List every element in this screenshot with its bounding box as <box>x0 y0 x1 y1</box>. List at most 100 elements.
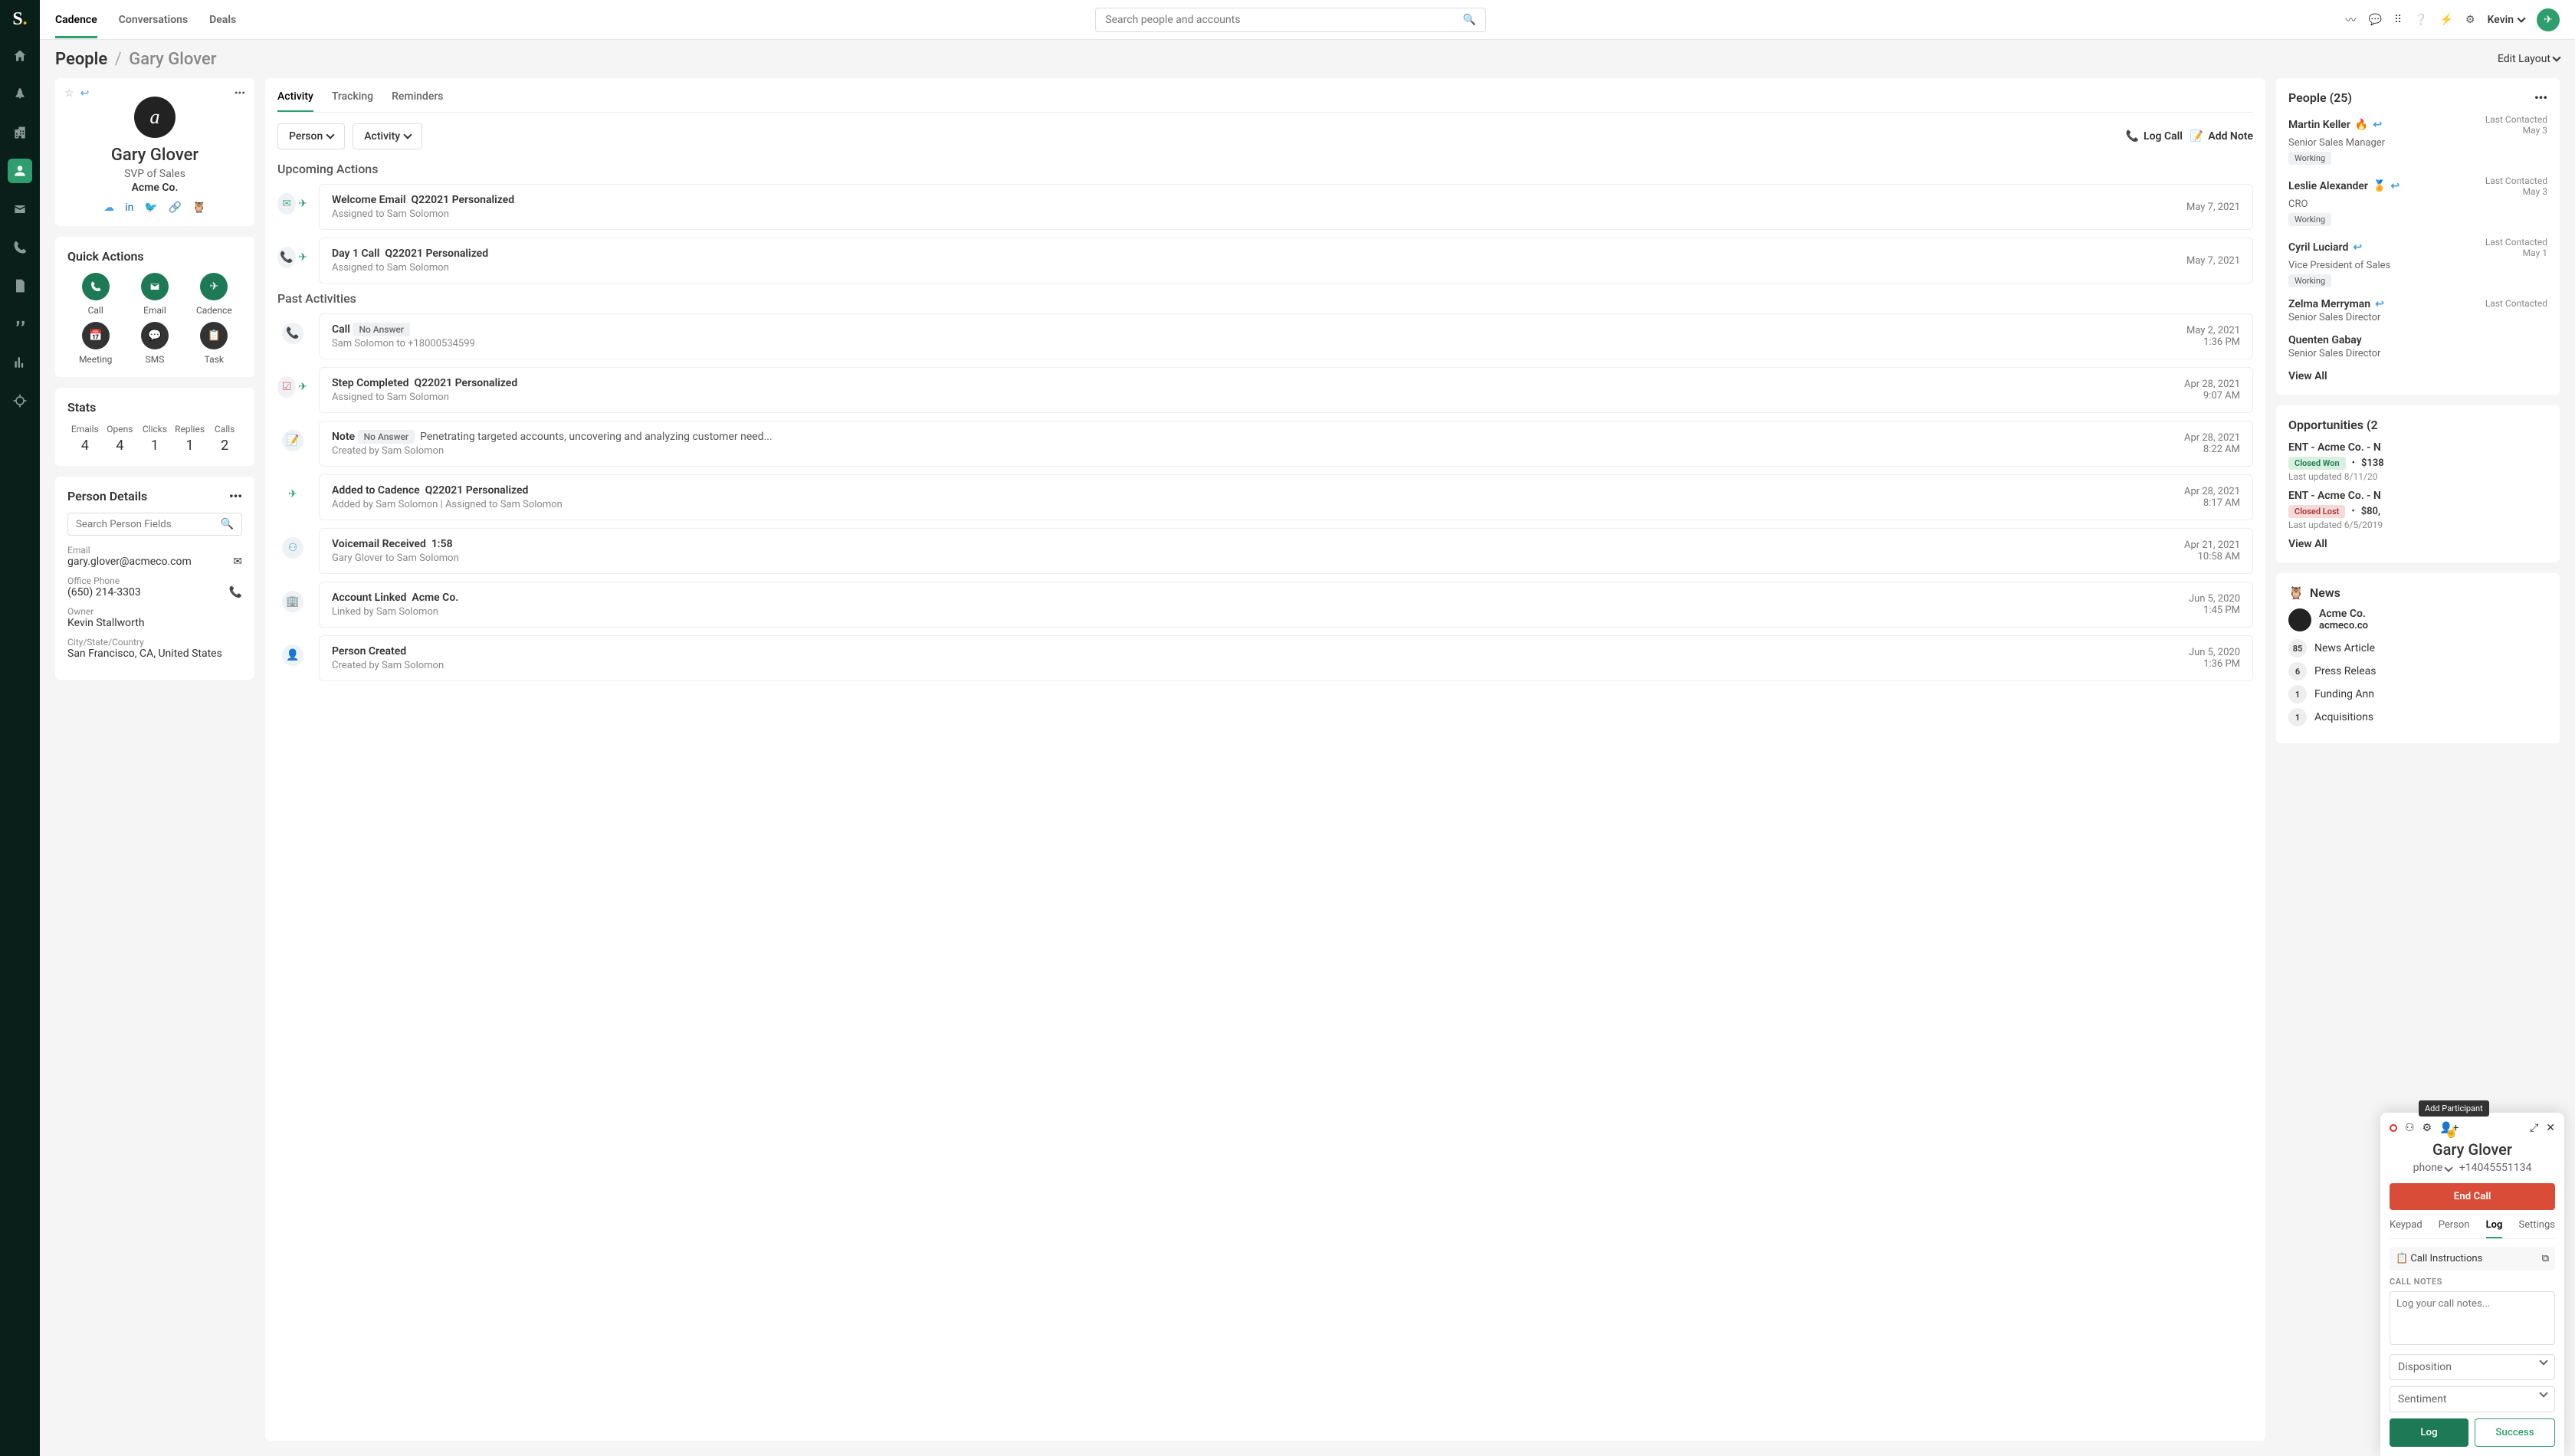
person-details-menu[interactable]: ••• <box>229 489 242 503</box>
help-icon[interactable]: ❔ <box>2414 14 2427 26</box>
chat-icon[interactable]: 💬 <box>2368 14 2381 26</box>
field-action-icon[interactable]: 📞 <box>229 586 242 598</box>
activity-row[interactable]: ✉✈ Welcome Email Q22021 PersonalizedAssi… <box>277 184 2253 230</box>
activity-row[interactable]: 👤 Person CreatedCreated by Sam Solomon J… <box>277 635 2253 681</box>
user-menu[interactable]: Kevin <box>2488 14 2524 26</box>
news-category-row[interactable]: 85News Article <box>2288 639 2547 657</box>
qa-call[interactable]: Call <box>67 273 123 316</box>
people-view-all[interactable]: View All <box>2288 370 2547 382</box>
nav-cadence[interactable]: Cadence <box>55 2 97 38</box>
call-notes-input[interactable] <box>2390 1291 2555 1345</box>
record-icon[interactable] <box>2390 1124 2397 1132</box>
log-call-button[interactable]: 📞 Log Call <box>2126 130 2183 143</box>
add-note-button[interactable]: 📝 Add Note <box>2190 130 2253 143</box>
opportunity-item[interactable]: ENT - Acme Co. - N Closed Won • $138 Las… <box>2288 441 2547 482</box>
person-fields-input[interactable] <box>76 519 221 530</box>
open-external-icon[interactable]: ⧉ <box>2542 1253 2549 1264</box>
call-tab-settings[interactable]: Settings <box>2519 1219 2555 1238</box>
rail-quote-icon[interactable] <box>8 312 32 336</box>
apps-icon[interactable]: ⠿ <box>2394 14 2402 26</box>
people-list-item[interactable]: Cyril Luciard ↩ Last ContactedMay 1 Vice… <box>2288 237 2547 287</box>
news-category-row[interactable]: 1Acquisitions <box>2288 708 2547 726</box>
success-button[interactable]: Success <box>2475 1418 2555 1447</box>
news-category-row[interactable]: 6Press Releas <box>2288 662 2547 680</box>
profile-menu[interactable]: ••• <box>235 87 245 100</box>
people-list-item[interactable]: Leslie Alexander 🏅↩ Last ContactedMay 3 … <box>2288 175 2547 226</box>
activity-icon[interactable]: 〰 <box>2345 12 2356 28</box>
voicemail-icon[interactable]: ⚇ <box>2405 1122 2415 1134</box>
activity-row[interactable]: ☑✈ Step Completed Q22021 PersonalizedAss… <box>277 367 2253 413</box>
phone-type-select[interactable]: phone <box>2413 1162 2452 1174</box>
nav-deals[interactable]: Deals <box>209 2 236 38</box>
rail-phone-icon[interactable] <box>8 235 32 260</box>
activity-row[interactable]: 🏢 Account Linked Acme Co.Linked by Sam S… <box>277 582 2253 628</box>
tab-activity[interactable]: Activity <box>277 90 313 112</box>
call-instructions[interactable]: 📋 Call Instructions ⧉ <box>2390 1247 2555 1271</box>
filter-activity[interactable]: Activity <box>353 123 422 149</box>
link-icon[interactable]: 🔗 <box>169 202 182 214</box>
news-company-name[interactable]: Acme Co. <box>2319 608 2368 620</box>
search-icon[interactable]: 🔍 <box>1463 14 1476 26</box>
disposition-select[interactable]: Disposition <box>2390 1354 2555 1380</box>
tab-reminders[interactable]: Reminders <box>392 90 443 112</box>
filter-person[interactable]: Person <box>277 123 345 149</box>
rail-building-icon[interactable] <box>8 120 32 145</box>
reply-icon[interactable]: ↩ <box>80 87 90 100</box>
qa-cadence[interactable]: ✈Cadence <box>186 273 242 316</box>
qa-sms[interactable]: 💬SMS <box>126 322 182 365</box>
bolt-icon[interactable]: ⚡ <box>2440 14 2453 26</box>
sentiment-select[interactable]: Sentiment <box>2390 1386 2555 1412</box>
star-icon[interactable]: ☆ <box>64 87 74 100</box>
search-icon[interactable]: 🔍 <box>221 518 234 530</box>
call-tab-keypad[interactable]: Keypad <box>2390 1219 2422 1238</box>
rail-mail-icon[interactable] <box>8 197 32 221</box>
close-icon[interactable]: ✕ <box>2546 1122 2555 1134</box>
field-action-icon[interactable]: ✉ <box>233 556 242 568</box>
linkedin-icon[interactable]: in <box>125 202 133 214</box>
opps-view-all[interactable]: View All <box>2288 538 2547 550</box>
user-avatar[interactable]: ✈ <box>2537 8 2560 31</box>
edit-layout-button[interactable]: Edit Layout <box>2498 53 2560 65</box>
global-search[interactable]: 🔍 <box>1095 8 1486 32</box>
expand-icon[interactable]: ⤢ <box>2530 1122 2538 1134</box>
log-button[interactable]: Log <box>2390 1418 2468 1447</box>
add-participant-icon[interactable]: 👤+ <box>2439 1122 2459 1134</box>
tab-tracking[interactable]: Tracking <box>332 90 373 112</box>
activity-row[interactable]: 📞✈ Day 1 Call Q22021 PersonalizedAssigne… <box>277 238 2253 284</box>
search-input[interactable] <box>1105 14 1463 26</box>
rail-home-icon[interactable] <box>8 44 32 68</box>
qa-task[interactable]: 📋Task <box>186 322 242 365</box>
qa-meeting[interactable]: 📅Meeting <box>67 322 123 365</box>
end-call-button[interactable]: End Call <box>2390 1183 2555 1210</box>
profile-avatar: a <box>134 97 175 138</box>
people-list-item[interactable]: Martin Keller 🔥↩ Last ContactedMay 3 Sen… <box>2288 114 2547 165</box>
call-tab-person[interactable]: Person <box>2439 1219 2470 1238</box>
qa-email[interactable]: Email <box>126 273 182 316</box>
people-list-item[interactable]: Quenten Gabay Senior Sales Director <box>2288 334 2547 359</box>
rail-chart-icon[interactable] <box>8 350 32 375</box>
news-category-row[interactable]: 1Funding Ann <box>2288 685 2547 703</box>
opportunity-item[interactable]: ENT - Acme Co. - N Closed Lost • $80, La… <box>2288 490 2547 530</box>
activity-row[interactable]: 📞 Call No AnswerSam Solomon to +18000534… <box>277 313 2253 359</box>
settings-icon[interactable]: ⚙ <box>2422 1122 2432 1134</box>
crumb-root[interactable]: People <box>55 50 107 69</box>
twitter-icon[interactable]: 🐦 <box>144 202 157 214</box>
gear-icon[interactable]: ⚙ <box>2465 14 2475 26</box>
call-tab-log[interactable]: Log <box>2486 1219 2503 1238</box>
salesforce-icon[interactable]: ☁ <box>103 202 114 214</box>
owler-icon[interactable]: 🦉 <box>192 202 205 214</box>
rail-person-icon[interactable] <box>8 159 32 183</box>
stat-item: Emails4 <box>67 424 103 454</box>
profile-company[interactable]: Acme Co. <box>67 182 242 194</box>
rail-rocket-icon[interactable] <box>8 82 32 107</box>
activity-row[interactable]: 📝 Note No Answer Penetrating targeted ac… <box>277 421 2253 467</box>
rail-target-icon[interactable] <box>8 389 32 413</box>
people-list-item[interactable]: Zelma Merryman ↩ Last Contacted Senior S… <box>2288 298 2547 323</box>
nav-conversations[interactable]: Conversations <box>119 2 188 38</box>
person-fields-search[interactable]: 🔍 <box>67 513 242 536</box>
rail-doc-icon[interactable] <box>8 274 32 298</box>
people-panel-menu[interactable]: ••• <box>2534 90 2547 105</box>
activity-row[interactable]: ⚇ Voicemail Received 1:58Gary Glover to … <box>277 528 2253 574</box>
news-company-domain[interactable]: acmeco.co <box>2319 620 2368 631</box>
activity-row[interactable]: ✈ Added to Cadence Q22021 PersonalizedAd… <box>277 474 2253 520</box>
